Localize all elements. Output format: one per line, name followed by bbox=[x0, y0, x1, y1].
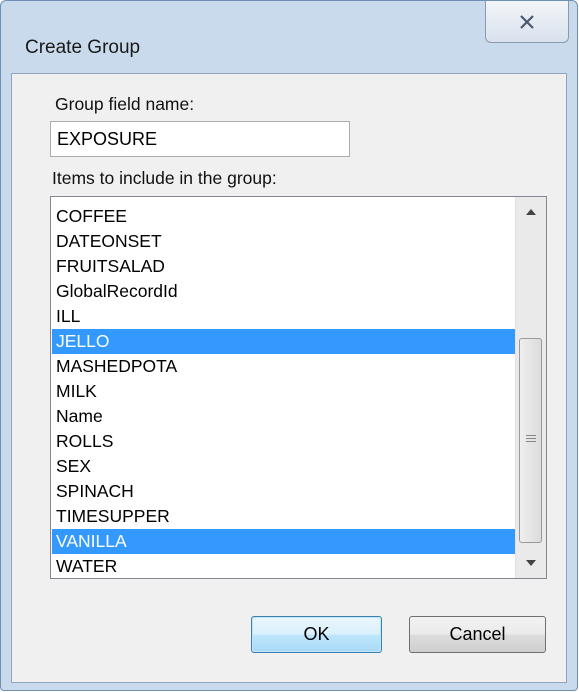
list-item[interactable]: Name bbox=[52, 404, 515, 429]
dialog-body: Group field name: EXPOSURE Items to incl… bbox=[11, 73, 567, 683]
list-item[interactable]: ROLLS bbox=[52, 429, 515, 454]
title-bar: Create Group bbox=[1, 1, 577, 81]
list-item[interactable]: MASHEDPOTA bbox=[52, 354, 515, 379]
items-listbox[interactable]: COFFEE DATEONSET FRUITSALAD GlobalRecordId I… bbox=[50, 196, 547, 579]
list-item[interactable]: COFFEE bbox=[52, 204, 515, 229]
items-to-include-label: Items to include in the group: bbox=[52, 168, 277, 188]
cancel-button[interactable]: Cancel bbox=[409, 616, 546, 653]
list-item[interactable]: WATER bbox=[52, 554, 515, 578]
ok-button[interactable]: OK bbox=[251, 616, 382, 653]
scrollbar-thumb[interactable] bbox=[519, 338, 542, 543]
list-item[interactable]: DATEONSET bbox=[52, 229, 515, 254]
group-field-name-input[interactable]: EXPOSURE bbox=[50, 121, 350, 157]
create-group-dialog: Create Group Group field name: EXPOSURE … bbox=[0, 0, 578, 691]
arrow-down-icon bbox=[526, 560, 536, 566]
arrow-up-icon bbox=[526, 209, 536, 215]
close-icon bbox=[520, 14, 534, 29]
scroll-up-button[interactable] bbox=[516, 197, 546, 227]
scroll-down-button[interactable] bbox=[516, 548, 546, 578]
list-item[interactable]: TIMESUPPER bbox=[52, 504, 515, 529]
vertical-scrollbar[interactable] bbox=[515, 197, 546, 578]
list-item[interactable]: SPINACH bbox=[52, 479, 515, 504]
list-item[interactable]: JELLO bbox=[52, 329, 515, 354]
list-item[interactable]: FRUITSALAD bbox=[52, 254, 515, 279]
grip-icon bbox=[526, 435, 536, 445]
group-field-name-label: Group field name: bbox=[55, 94, 195, 114]
close-button[interactable] bbox=[485, 1, 569, 43]
list-item[interactable]: MILK bbox=[52, 379, 515, 404]
list-item[interactable]: GlobalRecordId bbox=[52, 279, 515, 304]
list-item[interactable]: SEX bbox=[52, 454, 515, 479]
items-list: COFFEE DATEONSET FRUITSALAD GlobalRecordId I… bbox=[52, 204, 515, 578]
dialog-title: Create Group bbox=[25, 37, 141, 58]
list-item[interactable]: ILL bbox=[52, 304, 515, 329]
list-item[interactable]: VANILLA bbox=[52, 529, 515, 554]
